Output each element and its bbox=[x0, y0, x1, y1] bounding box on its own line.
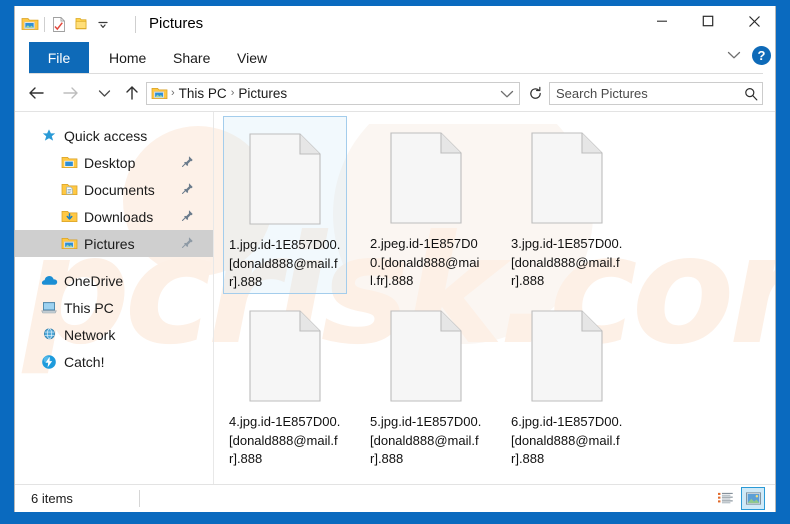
pin-icon[interactable] bbox=[181, 182, 195, 196]
sidebar-item-label: Network bbox=[64, 326, 116, 343]
navigation-divider bbox=[15, 111, 775, 112]
onedrive-icon bbox=[39, 272, 59, 290]
details-view-button[interactable] bbox=[713, 487, 737, 510]
folder-desktop-icon bbox=[59, 154, 79, 172]
large-icons-view-button[interactable] bbox=[741, 487, 765, 510]
ribbon-divider bbox=[29, 73, 763, 74]
sidebar-item-pictures[interactable]: Pictures bbox=[15, 230, 213, 257]
file-name: 1.jpg.id-1E857D00.[donald888@mail.fr].88… bbox=[229, 237, 341, 289]
customize-chevron-icon[interactable] bbox=[92, 13, 114, 35]
file-item[interactable]: 4.jpg.id-1E857D00.[donald888@mail.fr].88… bbox=[223, 294, 347, 472]
navigation-pane: Quick access Desktop Documents Downloads… bbox=[15, 112, 213, 484]
folder-icon bbox=[151, 86, 168, 101]
catch-icon bbox=[39, 353, 59, 371]
window-title: Pictures bbox=[149, 15, 204, 32]
title-divider bbox=[135, 16, 136, 33]
sidebar-item-quick-access[interactable]: Quick access bbox=[15, 122, 213, 149]
file-item[interactable]: 1.jpg.id-1E857D00.[donald888@mail.fr].88… bbox=[223, 116, 347, 294]
file-item[interactable]: 5.jpg.id-1E857D00.[donald888@mail.fr].88… bbox=[364, 294, 488, 472]
pin-icon[interactable] bbox=[181, 209, 195, 223]
view-mode-buttons bbox=[713, 487, 765, 510]
file-name: 4.jpg.id-1E857D00.[donald888@mail.fr].88… bbox=[229, 414, 341, 466]
file-item[interactable]: 3.jpg.id-1E857D00.[donald888@mail.fr].88… bbox=[505, 116, 629, 294]
file-name: 6.jpg.id-1E857D00.[donald888@mail.fr].88… bbox=[511, 414, 623, 466]
sidebar-item-label: Quick access bbox=[64, 127, 148, 144]
pane-divider[interactable] bbox=[213, 112, 214, 484]
breadcrumb-this-pc[interactable]: This PC bbox=[176, 83, 230, 104]
breadcrumb-pictures[interactable]: Pictures bbox=[235, 83, 290, 104]
search-input[interactable]: Search Pictures bbox=[556, 86, 744, 101]
explorer-icon[interactable] bbox=[19, 13, 41, 35]
window-client-area: pcrisk.com bbox=[14, 6, 776, 512]
blank-document-icon bbox=[519, 303, 615, 409]
blank-document-icon bbox=[237, 126, 333, 232]
tab-home[interactable]: Home bbox=[95, 42, 160, 74]
window-controls bbox=[639, 6, 775, 36]
search-box[interactable]: Search Pictures bbox=[549, 82, 763, 105]
up-button[interactable] bbox=[119, 80, 145, 106]
file-list-pane[interactable]: 1.jpg.id-1E857D00.[donald888@mail.fr].88… bbox=[213, 112, 775, 484]
item-count-label: 6 items bbox=[31, 491, 73, 506]
minimize-button[interactable] bbox=[639, 6, 685, 36]
title-bar: Pictures bbox=[15, 6, 775, 42]
help-icon[interactable]: ? bbox=[752, 45, 771, 65]
blank-document-icon bbox=[378, 303, 474, 409]
explorer-window: pcrisk.com bbox=[0, 0, 790, 524]
blank-document-icon bbox=[519, 125, 615, 231]
file-item[interactable]: 2.jpeg.id-1E857D00.[donald888@mail.fr].8… bbox=[364, 116, 488, 294]
back-button[interactable] bbox=[23, 80, 49, 106]
sidebar-item-label: Pictures bbox=[84, 235, 135, 252]
sidebar-item-this-pc[interactable]: This PC bbox=[15, 294, 213, 321]
star-icon bbox=[39, 127, 59, 145]
sidebar-item-label: This PC bbox=[64, 299, 114, 316]
new-folder-icon[interactable] bbox=[70, 13, 92, 35]
navigation-bar: › This PC › Pictures Search Pictures bbox=[15, 76, 775, 110]
sidebar-item-label: Documents bbox=[84, 181, 155, 198]
file-item[interactable]: 6.jpg.id-1E857D00.[donald888@mail.fr].88… bbox=[505, 294, 629, 472]
chevron-down-icon[interactable] bbox=[724, 45, 744, 65]
address-bar[interactable]: › This PC › Pictures bbox=[146, 82, 520, 105]
search-icon[interactable] bbox=[744, 87, 758, 101]
ribbon-tab-strip: File Home Share View ? bbox=[15, 42, 775, 74]
tab-file[interactable]: File bbox=[29, 42, 89, 74]
file-name: 2.jpeg.id-1E857D00.[donald888@mail.fr].8… bbox=[370, 236, 480, 288]
folder-downloads-icon bbox=[59, 208, 79, 226]
file-name: 3.jpg.id-1E857D00.[donald888@mail.fr].88… bbox=[511, 236, 623, 288]
sidebar-item-label: Catch! bbox=[64, 353, 105, 370]
sidebar-item-catch[interactable]: Catch! bbox=[15, 348, 213, 375]
network-icon bbox=[39, 326, 59, 344]
properties-icon[interactable] bbox=[48, 13, 70, 35]
folder-documents-icon bbox=[59, 181, 79, 199]
pin-icon[interactable] bbox=[181, 155, 195, 169]
pin-icon[interactable] bbox=[181, 236, 195, 250]
quick-access-toolbar bbox=[19, 13, 114, 35]
file-grid: 1.jpg.id-1E857D00.[donald888@mail.fr].88… bbox=[223, 116, 775, 472]
blank-document-icon bbox=[378, 125, 474, 231]
sidebar-item-label: OneDrive bbox=[64, 272, 124, 289]
file-name: 5.jpg.id-1E857D00.[donald888@mail.fr].88… bbox=[370, 414, 482, 466]
sidebar-item-label: Downloads bbox=[84, 208, 154, 225]
sidebar-item-desktop[interactable]: Desktop bbox=[15, 149, 213, 176]
toolbar-separator bbox=[44, 16, 45, 32]
refresh-button[interactable] bbox=[523, 82, 547, 105]
maximize-button[interactable] bbox=[685, 6, 731, 36]
tab-view[interactable]: View bbox=[223, 42, 281, 74]
sidebar-item-onedrive[interactable]: OneDrive bbox=[15, 267, 213, 294]
sidebar-item-documents[interactable]: Documents bbox=[15, 176, 213, 203]
ribbon-actions: ? bbox=[724, 45, 771, 65]
blank-document-icon bbox=[237, 303, 333, 409]
status-bar: 6 items bbox=[15, 484, 775, 512]
sidebar-item-downloads[interactable]: Downloads bbox=[15, 203, 213, 230]
recent-locations-button[interactable] bbox=[91, 80, 117, 106]
close-button[interactable] bbox=[731, 6, 775, 36]
folder-pictures-icon bbox=[59, 235, 79, 253]
sidebar-item-label: Desktop bbox=[84, 154, 136, 171]
tab-share[interactable]: Share bbox=[159, 42, 224, 74]
chevron-down-icon[interactable] bbox=[500, 86, 514, 100]
thispc-icon bbox=[39, 299, 59, 317]
status-separator bbox=[139, 490, 140, 507]
forward-button[interactable] bbox=[57, 80, 83, 106]
sidebar-item-network[interactable]: Network bbox=[15, 321, 213, 348]
